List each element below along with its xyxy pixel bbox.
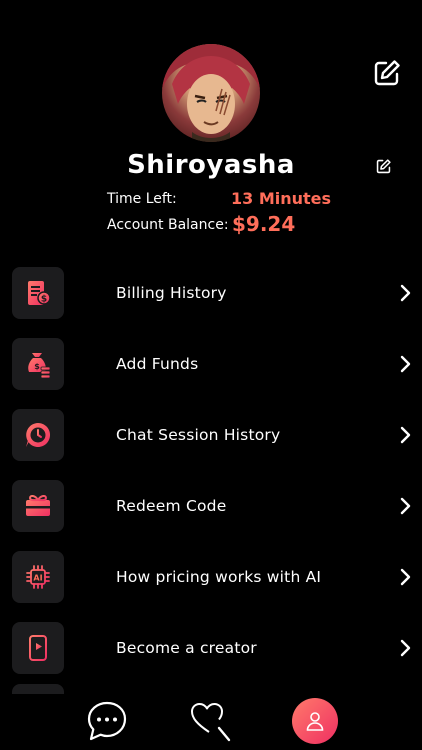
menu-item-redeem-code[interactable]: Redeem Code	[0, 470, 422, 541]
receipt-dollar-icon: $	[12, 266, 64, 319]
menu-item-partial	[12, 684, 64, 694]
menu-item-label: Add Funds	[116, 354, 199, 373]
username: Shiroyasha	[127, 150, 295, 180]
time-left-label: Time Left:	[107, 191, 177, 207]
chevron-right-icon	[400, 355, 411, 372]
user-icon	[306, 712, 324, 731]
chat-bubble-icon	[87, 701, 127, 741]
menu-item-label: Billing History	[116, 283, 227, 302]
settings-menu: $ Billing History $ Add Funds Chat Sessi…	[0, 257, 422, 683]
gift-card-icon	[12, 479, 64, 532]
tab-profile[interactable]	[292, 698, 338, 744]
svg-text:$: $	[41, 294, 47, 304]
chevron-right-icon	[400, 284, 411, 301]
menu-item-billing-history[interactable]: $ Billing History	[0, 257, 422, 328]
svg-text:$: $	[34, 362, 40, 371]
heart-search-icon	[191, 703, 231, 742]
menu-item-label: Redeem Code	[116, 496, 227, 515]
chevron-right-icon	[400, 568, 411, 585]
creator-video-icon	[12, 621, 64, 674]
avatar	[162, 44, 260, 142]
balance-value: $9.24	[232, 212, 296, 236]
chevron-right-icon	[400, 497, 411, 514]
menu-item-label: Become a creator	[116, 638, 257, 657]
svg-text:AI: AI	[33, 573, 42, 582]
tab-chats[interactable]	[84, 698, 130, 744]
menu-item-label: How pricing works with AI	[116, 567, 322, 586]
tab-search[interactable]	[188, 698, 234, 744]
menu-item-add-funds[interactable]: $ Add Funds	[0, 328, 422, 399]
clock-chat-icon	[12, 408, 64, 461]
balance-label: Account Balance:	[107, 217, 229, 233]
menu-item-pricing-ai[interactable]: AI How pricing works with AI	[0, 541, 422, 612]
ai-chip-icon: AI	[12, 550, 64, 603]
chevron-right-icon	[400, 426, 411, 443]
chevron-right-icon	[400, 639, 411, 656]
bottom-tab-bar	[0, 694, 422, 750]
menu-item-chat-session-history[interactable]: Chat Session History	[0, 399, 422, 470]
menu-item-label: Chat Session History	[116, 425, 281, 444]
edit-username-icon[interactable]	[373, 156, 393, 176]
money-bag-icon: $	[12, 337, 64, 390]
menu-item-become-creator[interactable]: Become a creator	[0, 612, 422, 683]
edit-profile-icon[interactable]	[371, 57, 403, 89]
time-left-value: 13 Minutes	[231, 189, 332, 208]
